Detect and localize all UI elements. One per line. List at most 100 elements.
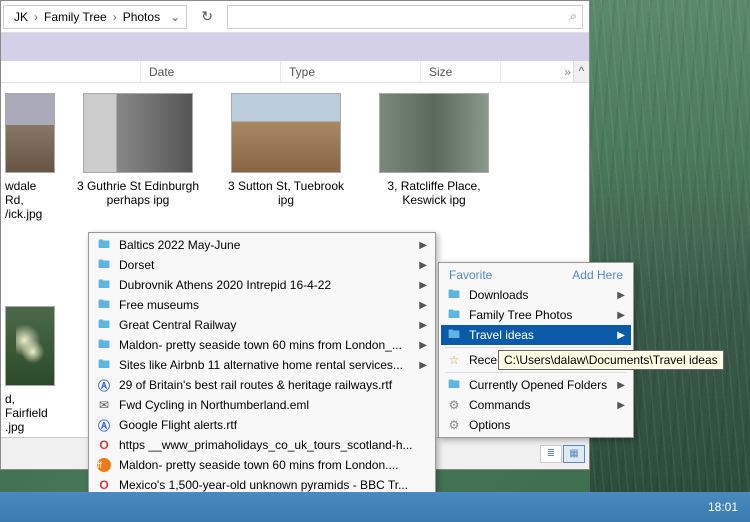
favorite-item[interactable]: 🖿 Downloads ▶ xyxy=(441,285,631,305)
menu-item-label: Commands xyxy=(469,398,611,412)
taskbar[interactable]: 18:01 xyxy=(0,492,750,522)
menu-item[interactable]: 🖿Baltics 2022 May-June▶ xyxy=(91,235,433,255)
folder-icon: 🖿 xyxy=(445,307,463,323)
menu-item[interactable]: ⚙ Commands ▶ xyxy=(441,395,631,415)
menu-item-label: Downloads xyxy=(469,288,611,302)
file-thumbnail[interactable]: wdale Rd, /ick.jpg xyxy=(5,93,55,246)
email-icon: ✉ xyxy=(95,397,113,413)
folder-icon: 🖿 xyxy=(445,327,463,343)
folder-icon: 🖿 xyxy=(445,377,463,393)
thumbnail-image xyxy=(83,93,193,173)
menu-item[interactable]: 🖿Dubrovnik Athens 2020 Intrepid 16-4-22▶ xyxy=(91,275,433,295)
thumbnail-image xyxy=(231,93,341,173)
menu-item[interactable]: 🖿 Currently Opened Folders ▶ xyxy=(441,375,631,395)
gear-icon: ⚙ xyxy=(445,397,463,413)
star-icon: ☆ xyxy=(445,352,463,368)
scroll-up-icon[interactable]: ^ xyxy=(573,61,589,82)
menu-item[interactable]: 🖿Free museums▶ xyxy=(91,295,433,315)
menu-item[interactable]: Ⓐ 29 of Britain's best rail routes & heri… xyxy=(91,375,433,395)
menu-item-label: Fwd Cycling in Northumberland.eml xyxy=(119,398,427,412)
folder-icon: 🖿 xyxy=(95,357,113,373)
chevron-down-icon[interactable]: ⌄ xyxy=(166,10,182,24)
menu-item-label: Travel ideas xyxy=(469,328,611,342)
chevron-right-icon: ▶ xyxy=(419,300,427,311)
path-tooltip: C:\Users\dalaw\Documents\Travel ideas xyxy=(498,350,724,370)
chevron-right-icon: ▶ xyxy=(617,330,625,341)
thumbnail-image xyxy=(5,93,55,173)
column-headers: Date Type Size » ^ xyxy=(1,61,589,83)
breadcrumb[interactable]: JK › Family Tree › Photos ⌄ xyxy=(3,5,187,29)
menu-item-label: Dorset xyxy=(119,258,413,272)
firefox-icon: ff xyxy=(97,458,111,472)
thumbnail-label: 3 Sutton St, Tuebrook ipg xyxy=(221,179,351,207)
thumbnail-label: 3 Guthrie St Edinburgh perhaps ipg xyxy=(73,179,203,207)
file-thumbnail[interactable]: 3 Guthrie St Edinburgh perhaps ipg xyxy=(73,93,203,246)
file-thumbnail[interactable]: 3 Sutton St, Tuebrook ipg xyxy=(221,93,351,246)
add-here-link[interactable]: Add Here xyxy=(572,268,623,282)
menu-item-label: 29 of Britain's best rail routes & herit… xyxy=(119,378,427,392)
menu-item[interactable]: ⚙ Options xyxy=(441,415,631,435)
menu-item[interactable]: 🖿 Dorset ▶ xyxy=(91,255,433,275)
menu-item[interactable]: ⒶGoogle Flight alerts.rtf xyxy=(91,415,433,435)
menu-item-label: Maldon- pretty seaside town 60 mins from… xyxy=(119,338,413,352)
ribbon-band xyxy=(1,33,589,61)
chevron-right-icon: ▶ xyxy=(419,360,427,371)
breadcrumb-seg-1[interactable]: JK xyxy=(8,10,34,24)
col-header-name[interactable] xyxy=(1,61,141,82)
view-thumbnails-button[interactable]: ▦ xyxy=(563,445,585,463)
menu-item-label: Options xyxy=(469,418,625,432)
folder-icon: 🖿 xyxy=(445,287,463,303)
document-icon: Ⓐ xyxy=(95,377,113,393)
favorite-item[interactable]: 🖿 Travel ideas ▶ xyxy=(441,325,631,345)
menu-item-label: Mexico's 1,500-year-old unknown pyramids… xyxy=(119,478,427,492)
col-header-size[interactable]: Size xyxy=(421,61,501,82)
folder-icon: 🖿 xyxy=(95,257,113,273)
more-columns-icon[interactable]: » xyxy=(564,65,571,79)
menu-item[interactable]: 🖿Great Central Railway▶ xyxy=(91,315,433,335)
desktop-wallpaper xyxy=(590,0,750,522)
menu-item[interactable]: 🖿 Sites like Airbnb 11 alternative home r… xyxy=(91,355,433,375)
breadcrumb-seg-2[interactable]: Family Tree xyxy=(38,10,113,24)
chevron-right-icon: ▶ xyxy=(617,290,625,301)
search-input[interactable]: ⌕ xyxy=(227,5,583,29)
menu-item-label: Sites like Airbnb 11 alternative home re… xyxy=(119,358,413,372)
menu-item[interactable]: 🖿 Maldon- pretty seaside town 60 mins fro… xyxy=(91,335,433,355)
opera-icon: O xyxy=(95,477,113,493)
menu-item[interactable]: Ohttps __www_primaholidays_co_uk_tours_s… xyxy=(91,435,433,455)
chevron-right-icon: ▶ xyxy=(617,310,625,321)
opera-icon: O xyxy=(95,437,113,453)
chevron-right-icon: ▶ xyxy=(617,400,625,411)
breadcrumb-seg-3[interactable]: Photos xyxy=(117,10,166,24)
thumbnail-label: wdale Rd, /ick.jpg xyxy=(5,179,55,221)
folder-icon: 🖿 xyxy=(95,237,113,253)
favorite-item[interactable]: 🖿Family Tree Photos▶ xyxy=(441,305,631,325)
favorites-header: Favorite Add Here xyxy=(441,265,631,285)
col-header-type[interactable]: Type xyxy=(281,61,421,82)
file-thumbnail[interactable]: 3, Ratcliffe Place, Keswick ipg xyxy=(369,93,499,246)
clock[interactable]: 18:01 xyxy=(696,500,750,514)
separator xyxy=(445,347,627,348)
toolbar: JK › Family Tree › Photos ⌄ ↻ ⌕ xyxy=(1,1,589,33)
favorites-label: Favorite xyxy=(449,268,492,282)
refresh-button[interactable]: ↻ xyxy=(195,5,219,29)
menu-item-label: Currently Opened Folders xyxy=(469,378,611,392)
chevron-right-icon: ▶ xyxy=(419,260,427,271)
folder-icon: 🖿 xyxy=(95,277,113,293)
separator xyxy=(445,372,627,373)
context-menu-files: 🖿 Baltics 2022 May-June ▶ 🖿 Dorset ▶ 🖿 Dubrovni… xyxy=(88,232,436,518)
view-details-button[interactable]: ≣ xyxy=(540,445,562,463)
menu-item[interactable]: ff Maldon- pretty seaside town 60 mins fr… xyxy=(91,455,433,475)
col-header-date[interactable]: Date xyxy=(141,61,281,82)
menu-item-label: Maldon- pretty seaside town 60 mins from… xyxy=(119,458,427,472)
menu-item-label: Baltics 2022 May-June xyxy=(119,238,413,252)
thumbnail-image xyxy=(5,306,55,386)
menu-item-label: Dubrovnik Athens 2020 Intrepid 16-4-22 xyxy=(119,278,413,292)
menu-item-label: Google Flight alerts.rtf xyxy=(119,418,427,432)
chevron-right-icon: ▶ xyxy=(617,380,625,391)
menu-item-label: Great Central Railway xyxy=(119,318,413,332)
chevron-right-icon: ▶ xyxy=(419,340,427,351)
gear-icon: ⚙ xyxy=(445,417,463,433)
menu-item[interactable]: ✉ Fwd Cycling in Northumberland.eml xyxy=(91,395,433,415)
folder-icon: 🖿 xyxy=(95,337,113,353)
folder-icon: 🖿 xyxy=(95,317,113,333)
